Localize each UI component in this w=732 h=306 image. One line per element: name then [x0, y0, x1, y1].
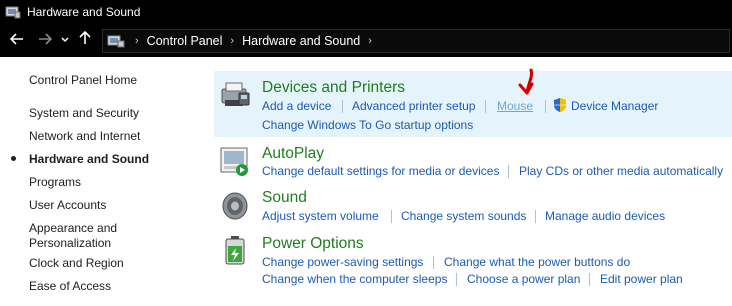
breadcrumb-separator[interactable]: ›: [131, 35, 143, 47]
sound-title[interactable]: Sound: [262, 189, 307, 207]
sidebar-item-ease-of-access[interactable]: Ease of Access: [29, 279, 111, 294]
advanced-printer-setup-link[interactable]: Advanced printer setup: [352, 99, 475, 113]
printer-icon[interactable]: [219, 79, 251, 111]
change-system-sounds-link[interactable]: Change system sounds: [401, 209, 526, 223]
up-button[interactable]: [74, 24, 96, 57]
change-default-settings-link[interactable]: Change default settings for media or dev…: [262, 164, 499, 178]
sidebar-item-clock-and-region[interactable]: Clock and Region: [29, 256, 124, 271]
back-button[interactable]: [6, 24, 28, 57]
autoplay-title[interactable]: AutoPlay: [262, 145, 324, 163]
current-item-bullet: [11, 156, 16, 161]
sidebar-item-appearance-line1[interactable]: Appearance and: [29, 221, 117, 236]
choose-a-power-plan-link[interactable]: Choose a power plan: [467, 272, 580, 286]
control-panel-app-icon: [5, 5, 21, 19]
change-power-buttons-link[interactable]: Change what the power buttons do: [444, 255, 630, 269]
breadcrumb-control-panel[interactable]: Control Panel: [143, 34, 227, 48]
link-separator: [391, 210, 392, 223]
sidebar-item-programs[interactable]: Programs: [29, 175, 81, 190]
sidebar-item-user-accounts[interactable]: User Accounts: [29, 198, 106, 213]
speaker-icon[interactable]: [219, 190, 251, 222]
recent-locations-button[interactable]: [58, 24, 72, 57]
red-arrow-annotation: [515, 68, 541, 96]
devices-and-printers-title[interactable]: Devices and Printers: [262, 79, 405, 97]
breadcrumb-hardware-and-sound[interactable]: Hardware and Sound: [238, 34, 364, 48]
link-separator: [342, 100, 343, 113]
address-bar[interactable]: › Control Panel › Hardware and Sound ›: [102, 28, 730, 53]
arrow-right-icon: [39, 33, 53, 45]
sidebar-item-network-and-internet[interactable]: Network and Internet: [29, 129, 140, 144]
sidebar-item-appearance-line2[interactable]: Personalization: [29, 236, 111, 251]
link-separator: [545, 100, 546, 113]
navigation-bar: › Control Panel › Hardware and Sound ›: [0, 24, 732, 57]
battery-icon[interactable]: [219, 234, 251, 266]
autoplay-icon[interactable]: [219, 145, 251, 177]
add-a-device-link[interactable]: Add a device: [262, 99, 331, 113]
link-separator: [433, 256, 434, 269]
mouse-link[interactable]: Mouse: [497, 99, 533, 113]
link-separator: [508, 165, 509, 178]
sidebar-item-control-panel-home[interactable]: Control Panel Home: [29, 73, 137, 88]
change-when-computer-sleeps-link[interactable]: Change when the computer sleeps: [262, 272, 447, 286]
power-options-title[interactable]: Power Options: [262, 235, 364, 253]
change-power-saving-settings-link[interactable]: Change power-saving settings: [262, 255, 423, 269]
arrow-up-icon: [79, 30, 91, 44]
window-title: Hardware and Sound: [27, 5, 141, 19]
arrow-left-icon: [9, 33, 23, 45]
breadcrumb-separator[interactable]: ›: [226, 35, 238, 47]
link-separator: [589, 273, 590, 286]
control-panel-icon: [107, 34, 125, 48]
sidebar-item-system-and-security[interactable]: System and Security: [29, 106, 139, 121]
device-manager-link[interactable]: Device Manager: [571, 99, 658, 113]
shield-icon: [553, 97, 567, 113]
title-bar: Hardware and Sound: [0, 0, 732, 24]
link-separator: [456, 273, 457, 286]
breadcrumb-separator[interactable]: ›: [364, 35, 376, 47]
forward-button[interactable]: [34, 24, 56, 57]
chevron-down-icon: [61, 37, 69, 43]
manage-audio-devices-link[interactable]: Manage audio devices: [545, 209, 665, 223]
link-separator: [485, 100, 486, 113]
play-cds-link[interactable]: Play CDs or other media automatically: [519, 164, 723, 178]
link-separator: [535, 210, 536, 223]
edit-power-plan-link[interactable]: Edit power plan: [600, 272, 683, 286]
change-windows-to-go-link[interactable]: Change Windows To Go startup options: [262, 118, 473, 132]
adjust-system-volume-link[interactable]: Adjust system volume: [262, 209, 379, 223]
sidebar-item-hardware-and-sound: Hardware and Sound: [29, 152, 150, 166]
